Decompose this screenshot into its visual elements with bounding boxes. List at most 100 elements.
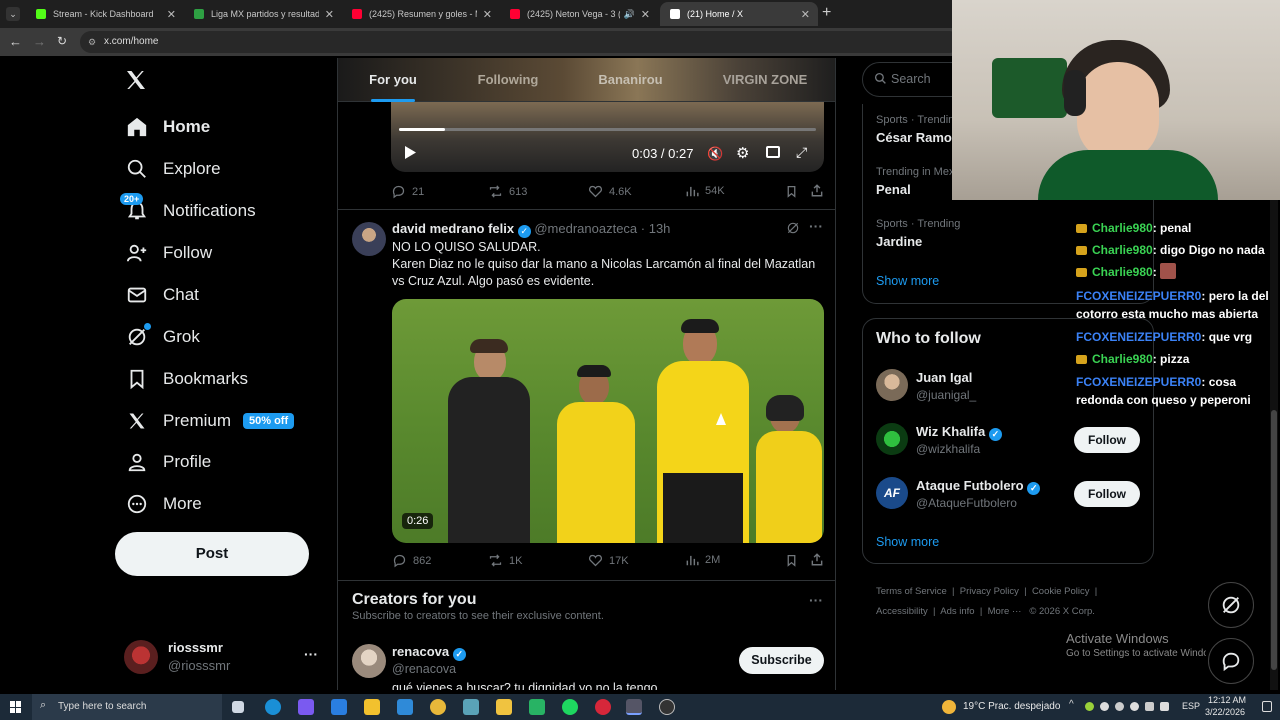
spotify-icon[interactable] xyxy=(562,699,578,715)
forward-icon[interactable]: → xyxy=(33,34,46,49)
browser-tab[interactable]: (2425) Neton Vega - 3 (Lyri...🔊✕ xyxy=(500,2,658,26)
subscribe-button[interactable]: Subscribe xyxy=(739,647,824,674)
nav-home[interactable]: Home xyxy=(125,111,210,143)
post1-video-player[interactable]: 0:03 / 0:27 🔇 ⚙ ⤢ xyxy=(391,102,824,172)
clock-time[interactable]: 12:12 AM xyxy=(1208,695,1246,705)
post2-avatar[interactable] xyxy=(352,222,386,256)
obs-icon-active[interactable] xyxy=(626,699,642,715)
close-tab-icon[interactable]: ✕ xyxy=(167,8,176,21)
footer-link[interactable]: Ads info xyxy=(940,606,974,617)
mail-app-icon[interactable] xyxy=(331,699,347,715)
post2-video[interactable]: 0:26 xyxy=(392,299,824,543)
post-more-icon[interactable]: ··· xyxy=(809,218,823,234)
file-explorer-icon[interactable] xyxy=(496,699,512,715)
follow-button[interactable]: Follow xyxy=(1074,481,1140,507)
weather-text[interactable]: 19°C Prac. despejado xyxy=(963,701,1060,712)
vscode-icon[interactable] xyxy=(397,699,413,715)
reload-icon[interactable]: ↻ xyxy=(57,34,67,48)
bookmark-icon[interactable] xyxy=(785,184,798,204)
nav-follow[interactable]: Follow xyxy=(125,237,212,269)
chat-floating-button[interactable] xyxy=(1208,638,1254,684)
nav-grok[interactable]: Grok xyxy=(125,321,200,353)
close-tab-icon[interactable]: ✕ xyxy=(483,8,492,21)
tray-chevron-icon[interactable]: ^ xyxy=(1069,699,1074,710)
nav-bookmarks[interactable]: Bookmarks xyxy=(125,363,248,395)
nav-chat[interactable]: Chat xyxy=(125,279,199,311)
tab-virgin-zone[interactable]: VIRGIN ZONE xyxy=(698,58,832,102)
copilot-icon[interactable] xyxy=(298,699,314,715)
footer-link[interactable]: Accessibility xyxy=(876,606,928,617)
nav-profile[interactable]: Profile xyxy=(125,446,211,478)
grok-floating-button[interactable] xyxy=(1208,582,1254,628)
views-action[interactable]: 54K xyxy=(685,184,725,198)
url-field[interactable]: ⚙ x.com/home xyxy=(80,31,960,53)
repost-action[interactable]: 613 xyxy=(488,184,527,199)
browser-tab-active[interactable]: (21) Home / X ✕ xyxy=(660,2,818,26)
share-icon[interactable] xyxy=(810,183,824,203)
like-action[interactable]: 17K xyxy=(588,553,629,568)
back-icon[interactable]: ← xyxy=(9,34,22,49)
like-action[interactable]: 4.6K xyxy=(588,184,632,199)
close-tab-icon[interactable]: ✕ xyxy=(641,8,650,21)
task-view-icon[interactable] xyxy=(232,701,244,713)
browser-tab[interactable]: Liga MX partidos y resultados 2...✕ xyxy=(184,2,342,26)
who-to-follow-show-more-link[interactable]: Show more xyxy=(876,535,939,549)
footer-link[interactable]: More ··· xyxy=(988,606,1022,617)
new-tab-button[interactable]: + xyxy=(822,4,831,22)
chrome-icon[interactable] xyxy=(430,699,446,715)
nav-premium[interactable]: Premium 50% off xyxy=(125,405,295,437)
nav-more[interactable]: More xyxy=(125,488,202,520)
fullscreen-icon[interactable]: ⤢ xyxy=(796,144,807,161)
windows-start-icon[interactable] xyxy=(10,701,22,713)
app-icon[interactable] xyxy=(463,699,479,715)
bookmark-icon[interactable] xyxy=(785,553,798,573)
tab-bananirou[interactable]: Bananirou xyxy=(568,58,693,102)
footer-link[interactable]: Terms of Service xyxy=(876,586,947,597)
creator-avatar[interactable] xyxy=(352,644,386,678)
x-logo-icon[interactable] xyxy=(124,68,148,97)
whatsapp-icon[interactable] xyxy=(529,699,545,715)
post2-author-name[interactable]: david medrano felix xyxy=(392,221,514,236)
mute-icon[interactable]: 🔇 xyxy=(707,146,723,162)
footer-link[interactable]: Cookie Policy xyxy=(1032,586,1090,597)
pip-icon[interactable] xyxy=(766,146,780,158)
browser-tab[interactable]: (2425) Resumen y goles - Mont...✕ xyxy=(342,2,500,26)
opera-icon[interactable] xyxy=(595,699,611,715)
page-scrollbar[interactable] xyxy=(1270,200,1278,690)
grok-post-icon[interactable] xyxy=(786,221,800,240)
creator-name-row[interactable]: renacova ✓ xyxy=(392,644,466,661)
edge-icon[interactable] xyxy=(265,699,281,715)
post2-handle[interactable]: @medranoazteca xyxy=(534,221,637,236)
play-icon[interactable] xyxy=(403,145,417,165)
views-action[interactable]: 2M xyxy=(685,553,720,567)
weather-icon[interactable] xyxy=(942,700,956,714)
clock-date[interactable]: 3/22/2026 xyxy=(1205,707,1245,717)
language-indicator[interactable]: ESP xyxy=(1182,701,1200,711)
close-tab-icon[interactable]: ✕ xyxy=(801,8,810,21)
nav-explore[interactable]: Explore xyxy=(125,153,221,185)
close-tab-icon[interactable]: ✕ xyxy=(325,8,334,21)
store-icon[interactable] xyxy=(364,699,380,715)
repost-action[interactable]: 1K xyxy=(488,553,522,568)
browser-tab[interactable]: Stream - Kick Dashboard ✕ xyxy=(26,2,184,26)
account-switcher[interactable]: riosssmr @riosssmr ··· xyxy=(124,638,324,678)
tab-list-button[interactable]: ⌄ xyxy=(6,7,20,21)
footer-link[interactable]: Privacy Policy xyxy=(960,586,1019,597)
tab-for-you[interactable]: For you xyxy=(338,58,448,102)
creators-more-icon[interactable]: ··· xyxy=(809,592,823,608)
tab-following[interactable]: Following xyxy=(448,58,568,102)
system-tray-icons[interactable] xyxy=(1085,702,1175,712)
taskbar-search-input[interactable]: ⌕ Type here to search xyxy=(32,694,222,720)
trends-show-more-link[interactable]: Show more xyxy=(876,274,939,288)
settings-icon[interactable]: ⚙ xyxy=(736,144,749,162)
reply-action[interactable]: 862 xyxy=(392,553,431,568)
scrollbar-thumb[interactable] xyxy=(1271,410,1277,670)
post-button[interactable]: Post xyxy=(115,532,309,576)
account-more-icon[interactable]: ··· xyxy=(304,646,318,662)
notification-center-icon[interactable] xyxy=(1262,701,1272,712)
video-progress-track[interactable] xyxy=(399,128,816,131)
nav-notifications[interactable]: 20+ Notifications xyxy=(120,193,256,227)
reply-action[interactable]: 21 xyxy=(391,184,424,199)
share-icon[interactable] xyxy=(810,552,824,572)
follow-button[interactable]: Follow xyxy=(1074,427,1140,453)
